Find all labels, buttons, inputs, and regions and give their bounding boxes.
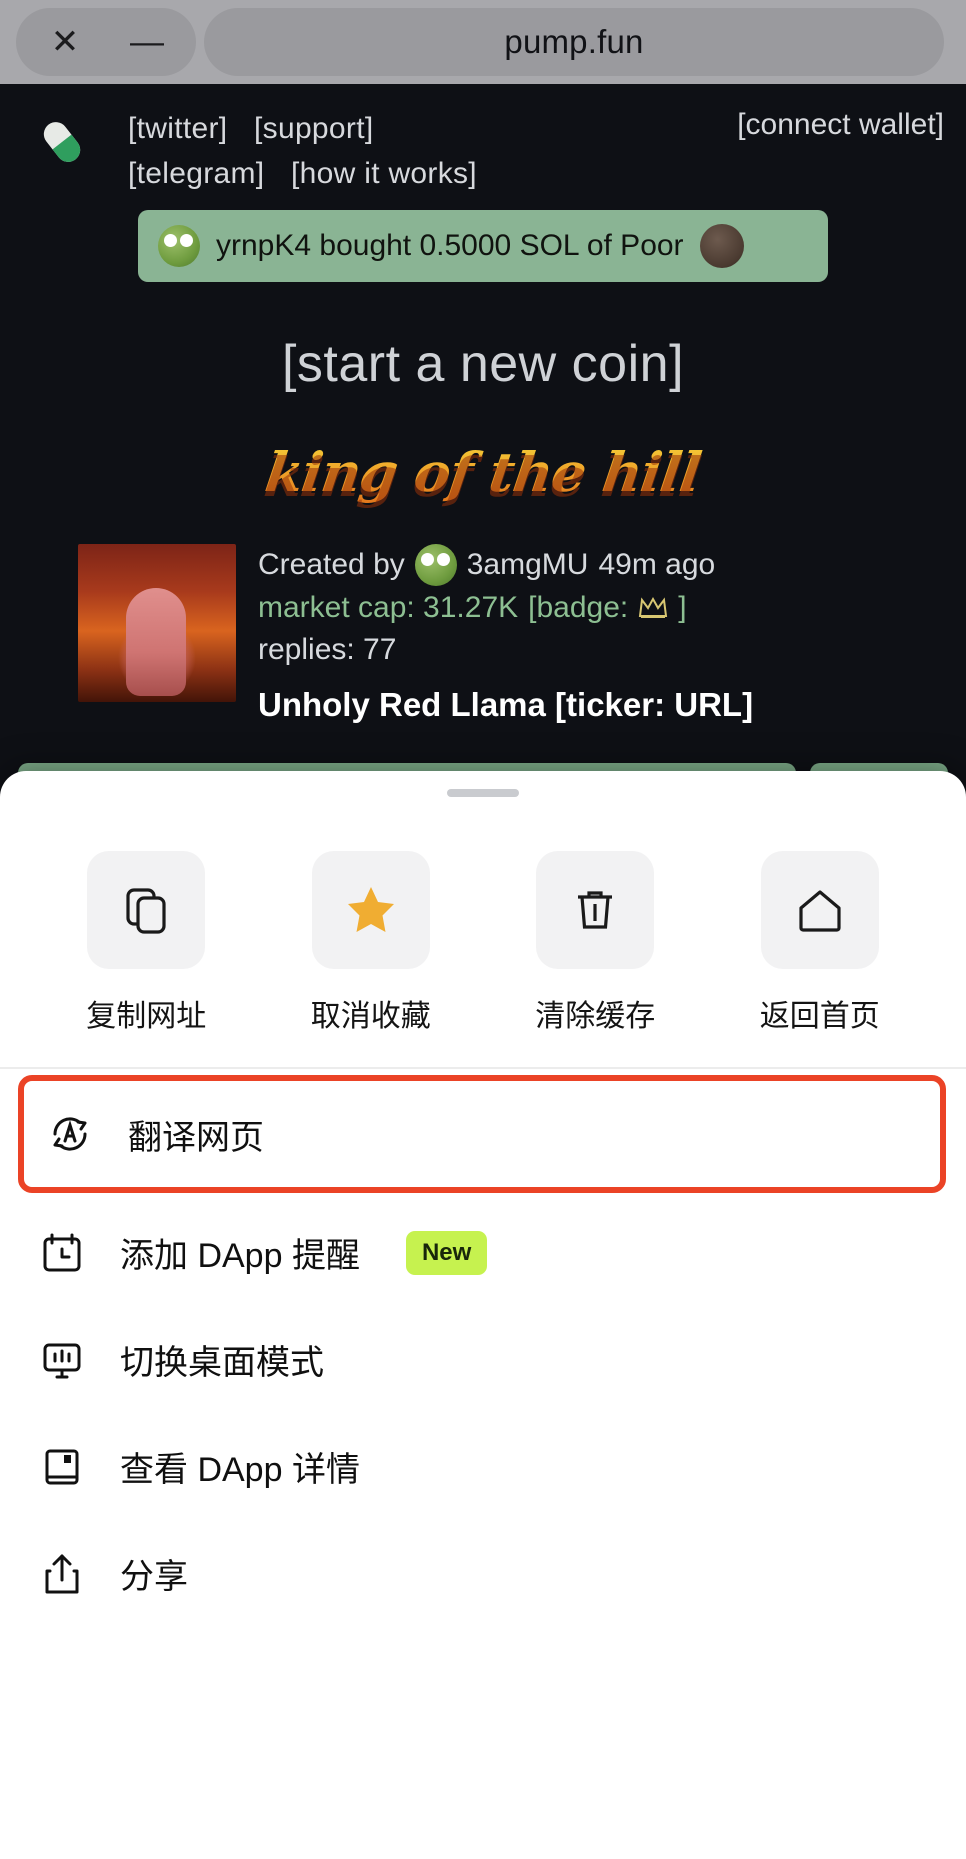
- tile-copy-url[interactable]: 复制网址: [76, 851, 216, 1035]
- coin-meta: Created by 3amgMU 49m ago market cap: 31…: [258, 544, 753, 729]
- pump-pill-logo: [34, 114, 90, 170]
- tile-label: 取消收藏: [310, 1000, 431, 1033]
- coin-marketcap-row: market cap: 31.27K [badge: ]: [258, 587, 753, 630]
- menu-item-dapp-details[interactable]: 查看 DApp 详情: [0, 1413, 966, 1520]
- trade-toast-text: yrnpK4 bought 0.5000 SOL of Poor: [216, 229, 684, 262]
- quick-action-tiles: 复制网址 取消收藏 清除缓存 返回首页: [0, 797, 966, 1061]
- created-by-label: Created by: [258, 548, 405, 581]
- alarm-icon: [34, 1230, 90, 1276]
- coin-name[interactable]: Unholy Red Llama [ticker: URL]: [258, 682, 753, 729]
- share-icon: [34, 1551, 90, 1597]
- crown-icon: [638, 596, 668, 620]
- menu-item-label: 分享: [120, 1558, 188, 1596]
- menu-item-label: 切换桌面模式: [120, 1344, 324, 1382]
- start-new-coin-button[interactable]: [start a new coin]: [18, 334, 948, 394]
- menu-item-share[interactable]: 分享: [0, 1520, 966, 1627]
- monkey-avatar: [699, 224, 744, 268]
- menu-item-label: 查看 DApp 详情: [120, 1451, 360, 1489]
- nav-link-telegram[interactable]: [telegram]: [128, 157, 264, 190]
- desktop-icon: [34, 1337, 90, 1383]
- star-icon: [311, 851, 430, 969]
- nav-link-how-it-works[interactable]: [how it works]: [291, 157, 477, 190]
- copy-icon: [87, 851, 206, 969]
- connect-wallet-button[interactable]: [connect wallet]: [737, 108, 944, 142]
- address-bar[interactable]: pump.fun: [204, 8, 944, 76]
- tile-label: 清除缓存: [535, 1000, 656, 1033]
- screen-root: ✕ — pump.fun [twitter] [support] [telegr…: [0, 0, 966, 1859]
- trade-toast-wrap: yrnpK4 bought 0.5000 SOL of Poor: [18, 210, 948, 282]
- book-icon: [34, 1444, 90, 1490]
- coin-market-cap: market cap: 31.27K: [258, 590, 519, 624]
- menu-item-label: 添加 DApp 提醒: [120, 1237, 360, 1275]
- home-icon: [760, 851, 879, 969]
- king-of-the-hill-title: king of the hill: [14, 440, 953, 504]
- menu-item-add-dapp-alert[interactable]: 添加 DApp 提醒 New: [0, 1199, 966, 1306]
- coin-replies: replies: 77: [258, 633, 397, 667]
- close-icon[interactable]: ✕: [24, 8, 106, 76]
- king-coin-card[interactable]: Created by 3amgMU 49m ago market cap: 31…: [18, 544, 948, 729]
- drag-handle[interactable]: [447, 789, 519, 797]
- browser-chrome: ✕ — pump.fun: [0, 0, 966, 84]
- menu-item-desktop-mode[interactable]: 切换桌面模式: [0, 1306, 966, 1413]
- tile-unfavorite[interactable]: 取消收藏: [301, 851, 441, 1035]
- tile-clear-cache[interactable]: 清除缓存: [525, 851, 665, 1035]
- tile-go-home[interactable]: 返回首页: [750, 851, 890, 1035]
- trade-toast[interactable]: yrnpK4 bought 0.5000 SOL of Poor: [138, 210, 828, 282]
- coin-age: 49m ago: [598, 548, 716, 581]
- bottom-sheet: 复制网址 取消收藏 清除缓存 返回首页 翻译网页 添加 DApp 提醒 New …: [0, 771, 966, 1859]
- translate-icon: [42, 1110, 98, 1158]
- tile-label: 复制网址: [86, 1000, 207, 1033]
- nav-link-support[interactable]: [support]: [254, 112, 373, 145]
- sheet-menu: 翻译网页 添加 DApp 提醒 New 切换桌面模式 查看 DApp 详情 分享: [0, 1075, 966, 1627]
- pepe-avatar: [414, 544, 457, 587]
- trash-icon: [536, 851, 655, 969]
- status-badge: New: [405, 1230, 488, 1275]
- site-header: [twitter] [support] [telegram] [how it w…: [18, 84, 948, 200]
- pepe-avatar: [158, 225, 200, 267]
- coin-creator[interactable]: 3amgMU: [467, 544, 589, 587]
- tile-label: 返回首页: [759, 1000, 880, 1033]
- window-controls: ✕ —: [16, 8, 196, 76]
- divider: [0, 1067, 966, 1069]
- red-llama-thumbnail: [78, 544, 236, 702]
- coin-created-row: Created by 3amgMU 49m ago: [258, 544, 753, 587]
- badge-prefix: [badge:: [528, 590, 629, 624]
- minimize-icon[interactable]: —: [106, 8, 188, 76]
- menu-item-translate-page[interactable]: 翻译网页: [18, 1075, 946, 1193]
- nav-link-twitter[interactable]: [twitter]: [128, 112, 227, 145]
- page-title: pump.fun: [504, 23, 644, 60]
- menu-item-label: 翻译网页: [128, 1118, 264, 1157]
- badge-suffix: ]: [678, 590, 687, 624]
